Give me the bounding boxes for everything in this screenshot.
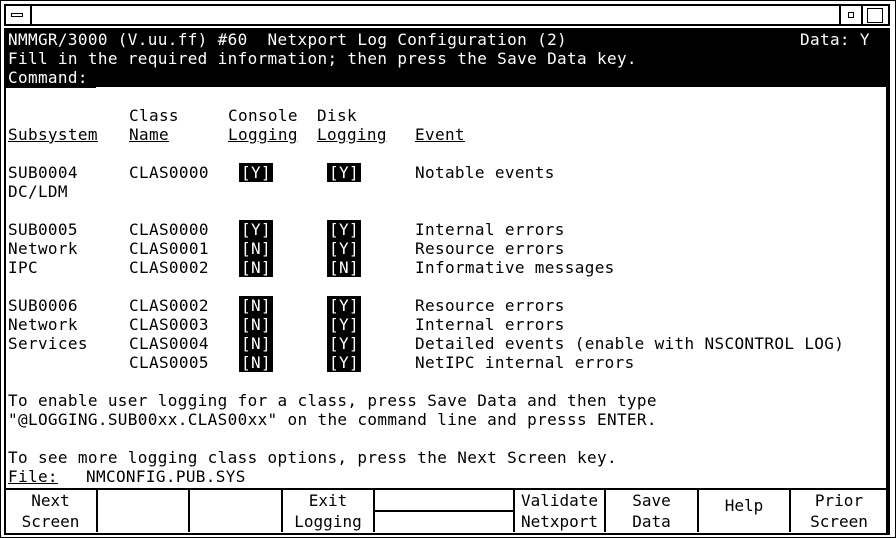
console-logging-field[interactable]: [Y]: [239, 163, 273, 182]
maximize-button[interactable]: [864, 6, 888, 24]
disk-logging-field[interactable]: [Y]: [327, 353, 361, 372]
col-class-bottom: Name: [129, 125, 169, 144]
fkey-label: Screen: [810, 512, 868, 531]
fkey-label: [375, 490, 513, 512]
fkey-5[interactable]: [375, 490, 515, 532]
class-name-cell: CLAS0000: [129, 163, 209, 182]
console-logging-field[interactable]: [N]: [239, 296, 273, 315]
disk-logging-field[interactable]: [Y]: [327, 220, 361, 239]
disk-logging-field[interactable]: [Y]: [327, 239, 361, 258]
instruction-text: Fill in the required information; then p…: [8, 49, 637, 68]
fkey-3[interactable]: [190, 490, 283, 532]
data-flag: Data: Y: [800, 30, 870, 49]
console-logging-field[interactable]: [N]: [239, 334, 273, 353]
console-logging-field[interactable]: [N]: [239, 353, 273, 372]
event-cell: Resource errors: [415, 239, 565, 258]
fkey-6-validate-netxport[interactable]: Validate Netxport: [515, 490, 606, 532]
fkey-label: Screen: [21, 512, 80, 531]
disk-logging-field[interactable]: [N]: [327, 258, 361, 277]
fkey-8-help[interactable]: Help: [699, 490, 791, 532]
fkey-label: [375, 512, 513, 532]
note-line-3: To see more logging class options, press…: [8, 448, 617, 467]
fkey-label: Data: [632, 512, 671, 531]
event-cell: Informative messages: [415, 258, 615, 277]
subsystem-cell: Network: [8, 315, 78, 334]
fkey-1-next-screen[interactable]: Next Screen: [5, 490, 98, 532]
fkey-label: Netxport: [520, 512, 599, 531]
class-name-cell: CLAS0004: [129, 334, 209, 353]
console-logging-field[interactable]: [N]: [239, 258, 273, 277]
class-name-cell: CLAS0005: [129, 353, 209, 372]
class-name-cell: CLAS0001: [129, 239, 209, 258]
minimize-icon: [848, 12, 854, 18]
fkey-label: Next: [31, 491, 70, 510]
fkey-9-prior-screen[interactable]: Prior Screen: [791, 490, 887, 532]
event-cell: Internal errors: [415, 220, 565, 239]
system-menu-button[interactable]: [6, 6, 32, 24]
disk-logging-field[interactable]: [Y]: [327, 296, 361, 315]
class-name-cell: CLAS0002: [129, 258, 209, 277]
class-name-cell: CLAS0000: [129, 220, 209, 239]
title-bar: [4, 4, 890, 26]
subsystem-cell: SUB0004: [8, 163, 78, 182]
command-label: Command:: [8, 68, 88, 87]
note-line-1: To enable user logging for a class, pres…: [8, 391, 657, 410]
subsystem-cell: Network: [8, 239, 78, 258]
fkey-2[interactable]: [98, 490, 190, 532]
console-logging-field[interactable]: [N]: [239, 315, 273, 334]
event-cell: Notable events: [415, 163, 555, 182]
command-input[interactable]: [96, 68, 886, 88]
console-logging-field[interactable]: [N]: [239, 239, 273, 258]
fkey-label: Exit: [308, 491, 348, 510]
subsystem-cell: SUB0005: [8, 220, 78, 239]
col-subsystem: Subsystem: [8, 125, 98, 144]
col-event: Event: [415, 125, 465, 144]
col-disk-bottom: Logging: [317, 125, 387, 144]
fkey-label: Prior: [814, 491, 864, 510]
event-cell: Resource errors: [415, 296, 565, 315]
fkey-label: Logging: [294, 512, 362, 531]
subsystem-cell: SUB0006: [8, 296, 78, 315]
note-line-2: "@LOGGING.SUB00xx.CLAS00xx" on the comma…: [8, 410, 657, 429]
disk-logging-field[interactable]: [Y]: [327, 315, 361, 334]
function-key-bar: Next Screen Exit Logging Validate Netxport …: [5, 488, 887, 534]
col-console-top: Console: [228, 106, 298, 125]
fkey-4-exit-logging[interactable]: Exit Logging: [283, 490, 375, 532]
col-disk-top: Disk: [317, 106, 357, 125]
event-cell: NetIPC internal errors: [415, 353, 635, 372]
class-name-cell: CLAS0002: [129, 296, 209, 315]
event-cell: Internal errors: [415, 315, 565, 334]
disk-logging-field[interactable]: [Y]: [327, 163, 361, 182]
subsystem-cell: Services: [8, 334, 88, 353]
file-label: File:: [8, 467, 58, 486]
fkey-label: Validate: [520, 491, 599, 510]
subsystem-cell: IPC: [8, 258, 38, 277]
minimize-button[interactable]: [839, 6, 863, 24]
fkey-7-save-data[interactable]: Save Data: [606, 490, 699, 532]
fkey-label: Save: [632, 491, 671, 510]
file-value: NMCONFIG.PUB.SYS: [86, 467, 246, 486]
fkey-label: Help: [724, 495, 764, 515]
console-logging-field[interactable]: [Y]: [239, 220, 273, 239]
screen-title: NMMGR/3000 (V.uu.ff) #60 Netxport Log Co…: [8, 30, 568, 49]
event-cell: Detailed events (enable with NSCONTROL L…: [415, 334, 845, 353]
col-class-top: Class: [129, 106, 179, 125]
subsystem-cell: DC/LDM: [8, 182, 68, 201]
class-name-cell: CLAS0003: [129, 315, 209, 334]
maximize-icon: [867, 8, 883, 23]
disk-logging-field[interactable]: [Y]: [327, 334, 361, 353]
col-console-bottom: Logging: [228, 125, 298, 144]
system-menu-icon: [11, 13, 23, 17]
